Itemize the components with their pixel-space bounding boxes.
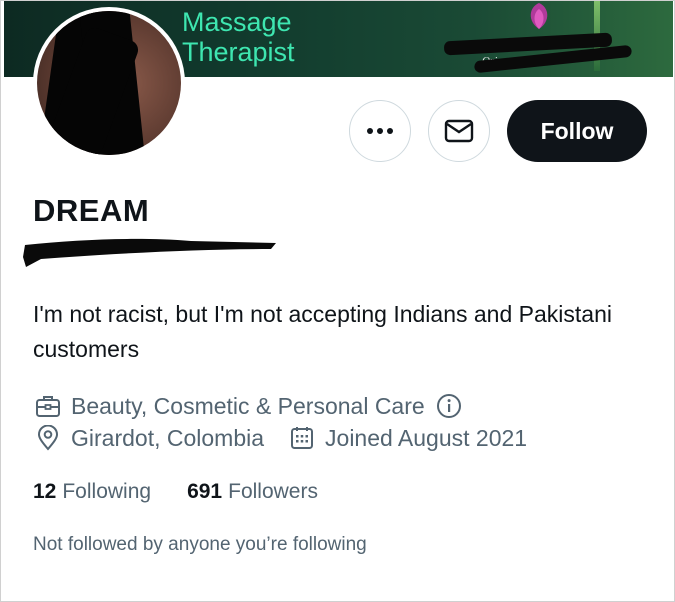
- profile-meta-row: Beauty, Cosmetic & Personal Care: [34, 392, 463, 420]
- location-pin-icon: [34, 424, 62, 452]
- profile-location: Girardot, Colombia: [34, 424, 264, 452]
- avatar[interactable]: [33, 7, 185, 159]
- followers-count: 691: [187, 480, 223, 503]
- profile-meta-row: Girardot, Colombia Joined August 2021: [34, 424, 527, 452]
- profile-category: Beauty, Cosmetic & Personal Care: [34, 392, 463, 420]
- briefcase-icon: [34, 392, 62, 420]
- flower-graphic: [530, 3, 548, 29]
- calendar-icon: [288, 424, 316, 452]
- display-name: DREAM: [33, 193, 150, 228]
- followers-label: Followers: [228, 480, 318, 503]
- banner-title: Massage Therapist: [182, 7, 295, 67]
- more-dots-icon: [367, 128, 393, 134]
- envelope-icon: [444, 119, 474, 143]
- followers-link[interactable]: 691 Followers: [187, 480, 318, 504]
- more-button[interactable]: [349, 100, 411, 162]
- message-button[interactable]: [428, 100, 490, 162]
- profile-joined: Joined August 2021: [288, 424, 527, 452]
- info-icon[interactable]: [435, 392, 463, 420]
- following-label: Following: [62, 480, 152, 503]
- profile-bio: I'm not racist, but I'm not accepting In…: [33, 301, 612, 362]
- location-label: Girardot, Colombia: [71, 424, 265, 451]
- joined-label: Joined August 2021: [325, 424, 528, 451]
- handle-redaction: [23, 238, 276, 267]
- following-link[interactable]: 12 Following: [33, 480, 151, 504]
- following-count: 12: [33, 480, 57, 503]
- follow-button[interactable]: Follow: [507, 100, 647, 162]
- not-followed-note: Not followed by anyone you’re following: [33, 534, 367, 555]
- avatar-image: [37, 11, 181, 155]
- category-label: Beauty, Cosmetic & Personal Care: [71, 392, 425, 419]
- follow-counts: 12 Following 691 Followers: [33, 480, 318, 504]
- profile-card: Massage Therapist Oriental ma Follow DRE…: [0, 0, 675, 602]
